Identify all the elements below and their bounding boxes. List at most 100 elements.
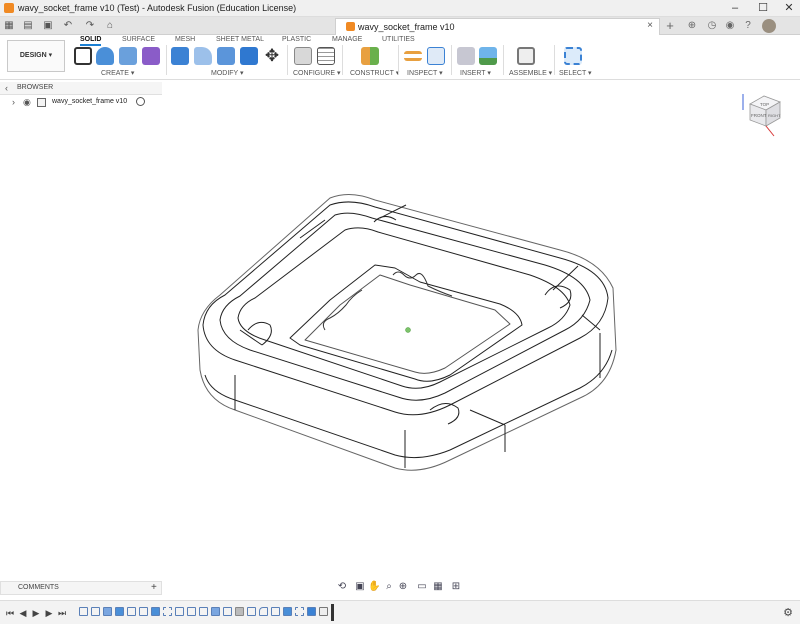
timeline-feature[interactable] xyxy=(127,607,136,616)
undo-icon[interactable]: ↶ xyxy=(62,20,74,32)
grid-snaps-icon[interactable]: ▦ xyxy=(432,581,444,593)
go-to-start-icon[interactable]: ⏮ xyxy=(5,607,15,619)
timeline-feature[interactable] xyxy=(187,607,196,616)
timeline-feature[interactable] xyxy=(139,607,148,616)
help-icon[interactable]: ? xyxy=(742,20,754,32)
inspect-group-label[interactable]: INSPECT ▾ xyxy=(407,69,443,77)
activate-radio-icon[interactable] xyxy=(136,97,145,106)
data-panel-icon[interactable]: ⊕ xyxy=(686,20,698,32)
visibility-eye-icon[interactable]: ◉ xyxy=(23,97,31,108)
press-pull-icon[interactable] xyxy=(171,47,189,65)
timeline-feature[interactable] xyxy=(199,607,208,616)
document-tab-close-button[interactable]: × xyxy=(647,20,653,31)
configure-group-label[interactable]: CONFIGURE ▾ xyxy=(293,69,340,77)
add-comment-button[interactable]: + xyxy=(151,582,157,593)
timeline-feature[interactable] xyxy=(247,607,256,616)
file-menu-icon[interactable]: ▤ xyxy=(22,20,34,32)
tab-utilities[interactable]: UTILITIES xyxy=(382,36,415,43)
tab-sheet-metal[interactable]: SHEET METAL xyxy=(216,36,264,43)
timeline-feature[interactable] xyxy=(271,607,280,616)
maximize-button[interactable]: ☐ xyxy=(750,0,776,17)
collapse-browser-icon[interactable]: ‹ xyxy=(5,83,8,93)
browser-root-item[interactable]: › ◉ wavy_socket_frame v10 xyxy=(0,96,162,109)
timeline-feature[interactable] xyxy=(223,607,232,616)
tab-manage[interactable]: MANAGE xyxy=(332,36,362,43)
go-to-end-icon[interactable]: ⏭ xyxy=(57,607,67,619)
look-at-icon[interactable]: ▣ xyxy=(354,581,366,593)
timeline-feature[interactable] xyxy=(319,607,328,616)
workspace-switcher-button[interactable]: DESIGN ▾ xyxy=(7,40,65,72)
display-settings-icon[interactable]: ▭ xyxy=(416,581,428,593)
create-form-icon[interactable] xyxy=(142,47,160,65)
measure-icon[interactable] xyxy=(404,51,422,61)
modify-group-label[interactable]: MODIFY ▾ xyxy=(211,69,244,77)
new-component-icon[interactable] xyxy=(517,47,535,65)
create-sketch-icon[interactable] xyxy=(74,47,92,65)
timeline-feature[interactable] xyxy=(103,607,112,616)
tab-solid[interactable]: SOLID xyxy=(80,36,102,46)
step-back-icon[interactable]: ◀ xyxy=(18,607,28,619)
table-configure-icon[interactable] xyxy=(317,47,335,65)
offset-plane-icon[interactable] xyxy=(361,47,379,65)
comments-panel[interactable]: COMMENTS + xyxy=(0,581,162,595)
viewcube-top-label[interactable]: TOP xyxy=(760,102,769,107)
tab-plastic[interactable]: PLASTIC xyxy=(282,36,311,43)
fit-zoom-icon[interactable]: ⊕ xyxy=(397,581,409,593)
job-status-icon[interactable]: ◷ xyxy=(706,20,718,32)
viewcube[interactable]: TOP FRONT RIGHT xyxy=(740,92,785,147)
timeline-feature[interactable] xyxy=(163,607,172,616)
play-icon[interactable]: ▶ xyxy=(31,607,41,619)
revolve-icon[interactable] xyxy=(119,47,137,65)
viewports-icon[interactable]: ⊞ xyxy=(450,581,462,593)
insert-group-label[interactable]: INSERT ▾ xyxy=(460,69,491,77)
fillet-icon[interactable] xyxy=(194,47,212,65)
timeline-feature[interactable] xyxy=(79,607,88,616)
insert-image-icon[interactable] xyxy=(479,47,497,65)
construct-group-label[interactable]: CONSTRUCT ▾ xyxy=(350,69,399,77)
user-avatar[interactable] xyxy=(762,19,776,33)
tab-mesh[interactable]: MESH xyxy=(175,36,195,43)
tab-surface[interactable]: SURFACE xyxy=(122,36,155,43)
redo-icon[interactable]: ↷ xyxy=(84,20,96,32)
save-icon[interactable]: ▣ xyxy=(42,20,54,32)
select-group-label[interactable]: SELECT ▾ xyxy=(559,69,592,77)
step-forward-icon[interactable]: ▶ xyxy=(44,607,54,619)
timeline-feature[interactable] xyxy=(151,607,160,616)
timeline-feature[interactable] xyxy=(307,607,316,616)
timeline-settings-gear-icon[interactable]: ⚙ xyxy=(783,607,793,619)
apps-grid-icon[interactable]: ▦ xyxy=(3,20,15,32)
notifications-icon[interactable]: ◉ xyxy=(724,20,736,32)
browser-header[interactable]: ‹ BROWSER xyxy=(0,82,162,95)
timeline-feature[interactable] xyxy=(295,607,304,616)
create-group-label[interactable]: CREATE ▾ xyxy=(101,69,134,77)
pan-hand-icon[interactable]: ✋ xyxy=(368,581,380,593)
home-icon[interactable]: ⌂ xyxy=(104,20,116,32)
insert-derive-icon[interactable] xyxy=(457,47,475,65)
timeline-feature[interactable] xyxy=(283,607,292,616)
timeline-feature[interactable] xyxy=(235,607,244,616)
assemble-group-label[interactable]: ASSEMBLE ▾ xyxy=(509,69,552,77)
expand-chevron-icon[interactable]: › xyxy=(12,97,15,107)
document-tab[interactable]: wavy_socket_frame v10 × xyxy=(335,18,660,35)
viewcube-right-label[interactable]: RIGHT xyxy=(768,113,781,118)
new-tab-icon[interactable]: + xyxy=(664,19,676,32)
shell-icon[interactable] xyxy=(217,47,235,65)
minimize-button[interactable]: – xyxy=(722,0,748,17)
select-icon[interactable] xyxy=(564,47,582,65)
timeline-feature[interactable] xyxy=(259,607,268,616)
zoom-icon[interactable]: ⌕ xyxy=(383,581,395,593)
move-copy-icon[interactable]: ✥ xyxy=(263,47,281,65)
interference-icon[interactable] xyxy=(427,47,445,65)
timeline-marker[interactable] xyxy=(331,604,334,621)
extrude-icon[interactable] xyxy=(96,47,114,65)
orbit-icon[interactable]: ⟲ xyxy=(336,581,348,593)
viewcube-front-label[interactable]: FRONT xyxy=(751,113,767,118)
close-button[interactable]: ✕ xyxy=(776,0,800,17)
configure-icon[interactable] xyxy=(294,47,312,65)
timeline-feature[interactable] xyxy=(115,607,124,616)
timeline-feature[interactable] xyxy=(211,607,220,616)
combine-icon[interactable] xyxy=(240,47,258,65)
timeline-feature[interactable] xyxy=(91,607,100,616)
timeline-feature[interactable] xyxy=(175,607,184,616)
viewport-canvas[interactable] xyxy=(0,82,800,600)
